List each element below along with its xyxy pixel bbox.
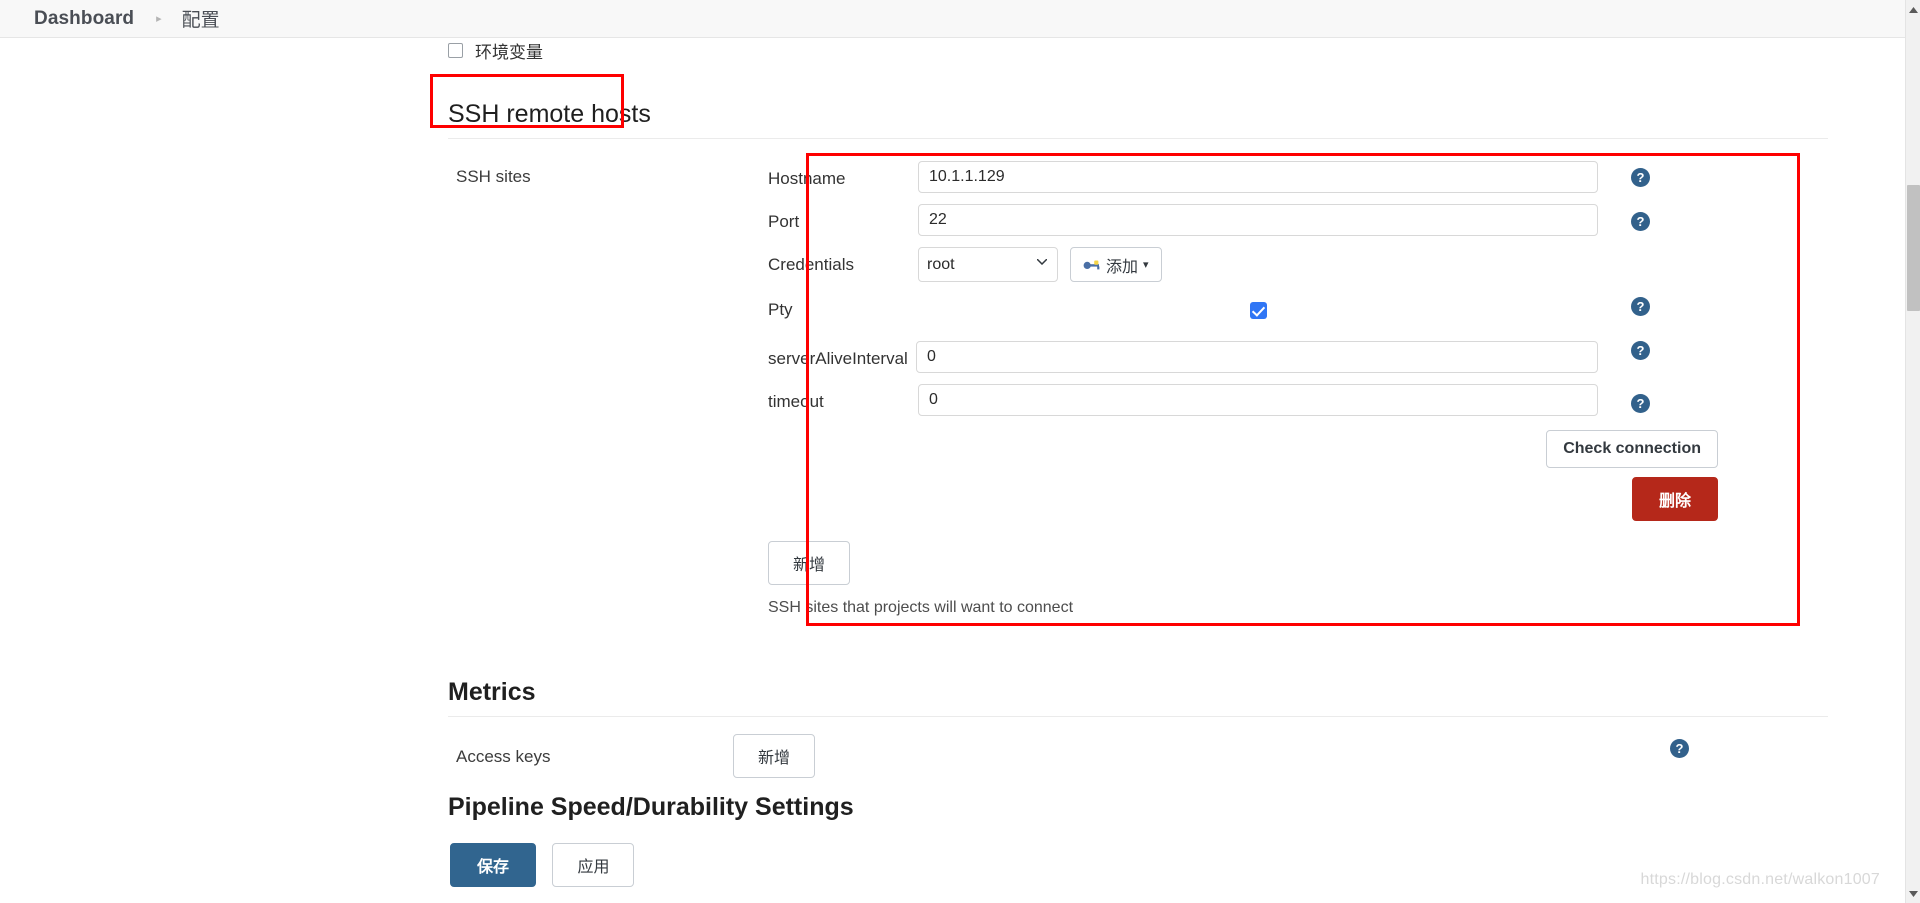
timeout-label: timeout: [768, 384, 918, 412]
port-label: Port: [768, 204, 918, 232]
key-icon: [1083, 258, 1101, 271]
check-connection-button[interactable]: Check connection: [1546, 430, 1718, 468]
vertical-scrollbar[interactable]: [1905, 0, 1920, 903]
port-input[interactable]: [918, 204, 1598, 236]
apply-button[interactable]: 应用: [552, 843, 634, 887]
hostname-help-icon[interactable]: ?: [1631, 168, 1650, 187]
timeout-input[interactable]: [918, 384, 1598, 416]
metrics-help-icon[interactable]: ?: [1670, 739, 1689, 758]
pipeline-settings-section: Pipeline Speed/Durability Settings: [448, 793, 1828, 831]
save-button[interactable]: 保存: [450, 843, 536, 887]
ssh-help-text: SSH sites that projects will want to con…: [768, 599, 1598, 617]
ssh-sites-label: SSH sites: [456, 161, 531, 187]
metrics-section: Metrics Access keys 新增 ?: [448, 678, 1828, 789]
scroll-down-arrow-icon[interactable]: [1906, 886, 1920, 901]
metrics-section-title: Metrics: [448, 678, 1828, 717]
server-alive-interval-input[interactable]: [916, 341, 1598, 373]
env-var-checkbox-row[interactable]: 环境变量: [448, 38, 543, 62]
server-alive-interval-row: serverAliveInterval: [768, 341, 1598, 373]
access-keys-row: Access keys 新增 ?: [448, 739, 1828, 789]
ssh-section-title: SSH remote hosts: [448, 100, 1828, 139]
env-var-label: 环境变量: [475, 38, 543, 63]
watermark: https://blog.csdn.net/walkon1007: [1641, 871, 1880, 889]
server-alive-interval-help-icon[interactable]: ?: [1631, 341, 1650, 360]
scroll-up-arrow-icon[interactable]: [1906, 2, 1920, 17]
check-connection-row: Check connection: [768, 430, 1718, 468]
credentials-select-wrapper: root: [918, 247, 1058, 282]
credentials-row: Credentials root: [768, 247, 1598, 282]
breadcrumb-separator-icon: ▸: [156, 14, 162, 25]
page-body: 环境变量 SSH remote hosts SSH sites Hostname…: [0, 38, 1905, 903]
pty-row: Pty: [768, 293, 1598, 327]
delete-row: 删除: [768, 477, 1718, 521]
timeout-help-icon[interactable]: ?: [1631, 394, 1650, 413]
access-keys-label: Access keys: [456, 741, 550, 767]
add-access-key-button[interactable]: 新增: [733, 734, 815, 778]
form-actions: 保存 应用: [450, 843, 634, 887]
server-alive-interval-label: serverAliveInterval: [768, 341, 916, 369]
timeout-row: timeout: [768, 384, 1598, 416]
credentials-select[interactable]: root: [918, 247, 1058, 282]
hostname-row: Hostname: [768, 161, 1598, 193]
pty-help-icon[interactable]: ?: [1631, 297, 1650, 316]
ssh-remote-hosts-section: SSH remote hosts SSH sites Hostname Port: [448, 100, 1828, 161]
add-ssh-site-button[interactable]: 新增: [768, 541, 850, 585]
breadcrumb-configure-link[interactable]: 配置: [182, 5, 220, 32]
breadcrumb-bar: Dashboard ▸ 配置: [0, 0, 1905, 38]
credentials-label: Credentials: [768, 255, 918, 275]
port-help-icon[interactable]: ?: [1631, 212, 1650, 231]
hostname-label: Hostname: [768, 161, 918, 189]
pty-label: Pty: [768, 300, 918, 320]
add-credentials-button[interactable]: 添加 ▾: [1070, 247, 1162, 282]
add-credentials-label: 添加: [1106, 253, 1138, 277]
port-row: Port: [768, 204, 1598, 236]
caret-down-icon: ▾: [1143, 258, 1149, 271]
pipeline-section-title: Pipeline Speed/Durability Settings: [448, 793, 1828, 831]
scrollbar-thumb[interactable]: [1907, 185, 1920, 311]
add-ssh-site-row: 新增: [768, 541, 1598, 585]
ssh-site-entry: Hostname Port Credentials root: [768, 161, 1598, 617]
pty-checkbox[interactable]: [1250, 302, 1267, 319]
hostname-input[interactable]: [918, 161, 1598, 193]
breadcrumb-dashboard-link[interactable]: Dashboard: [34, 8, 134, 30]
env-var-checkbox[interactable]: [448, 43, 463, 58]
delete-ssh-site-button[interactable]: 删除: [1632, 477, 1718, 521]
pty-checkbox-holder: [918, 302, 1598, 319]
